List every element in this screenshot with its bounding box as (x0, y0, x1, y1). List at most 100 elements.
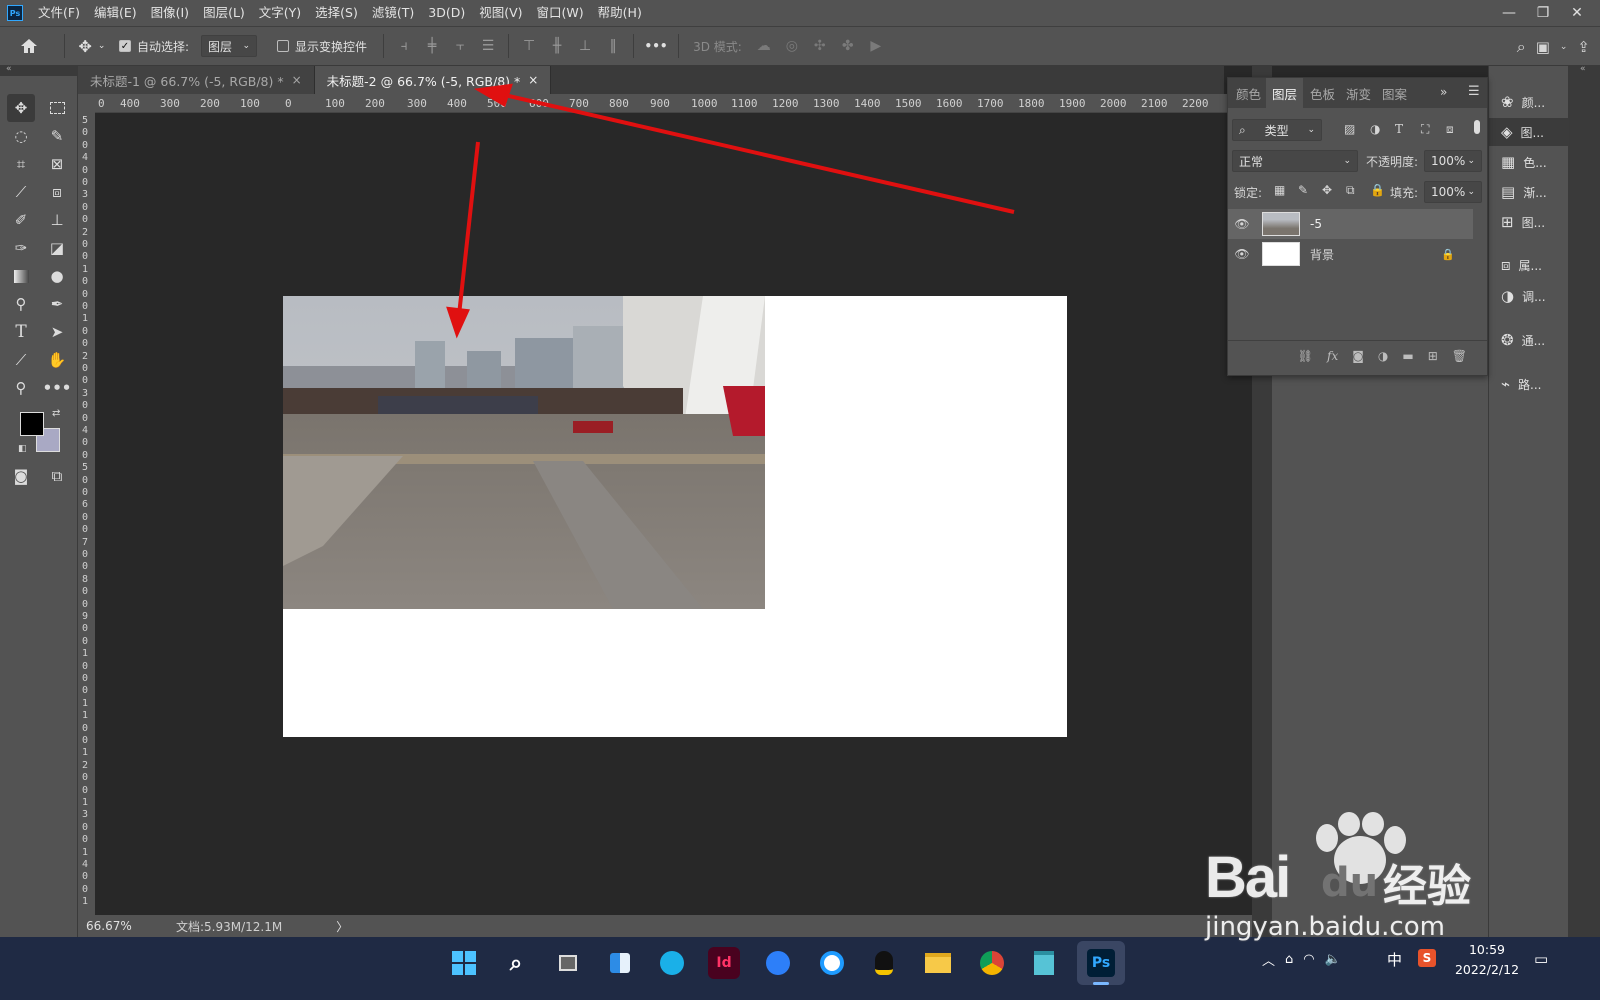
filter-pixel-icon[interactable]: ▨ (1344, 122, 1355, 136)
foreground-color-swatch[interactable] (20, 412, 44, 436)
visibility-eye-icon[interactable]: 👁 (1228, 217, 1256, 231)
dock-item-adjustments[interactable]: ◑ 调... (1489, 282, 1569, 310)
gradient-tool[interactable] (7, 262, 35, 290)
more-options-button[interactable]: ••• (640, 26, 672, 66)
start-button[interactable] (446, 945, 482, 981)
quick-mask-button[interactable]: ◙ (7, 462, 35, 490)
default-colors-icon[interactable]: ◧ (18, 444, 27, 454)
tray-overflow-icon[interactable]: ︿ (1262, 950, 1275, 969)
menu-item[interactable]: 图层(L) (196, 0, 252, 26)
dock-item-gradient[interactable]: ▤ 渐... (1489, 178, 1569, 206)
dock-item-channels[interactable]: ❂ 通... (1489, 326, 1569, 354)
edit-toolbar-button[interactable]: ••• (43, 374, 72, 402)
menu-item[interactable]: 选择(S) (308, 0, 365, 26)
volume-icon[interactable]: 🔈 (1325, 952, 1341, 967)
blend-mode-dropdown[interactable]: 正常 ⌄ (1232, 150, 1358, 172)
zoom-tool[interactable]: ⚲ (7, 374, 35, 402)
close-button[interactable]: ✕ (1560, 0, 1594, 26)
menu-item[interactable]: 文字(Y) (252, 0, 308, 26)
dock-item-paths[interactable]: ⌁ 路... (1489, 370, 1569, 398)
feishu-app[interactable] (760, 945, 796, 981)
menu-item[interactable]: 文件(F) (31, 0, 87, 26)
crop-tool[interactable]: ⌗ (7, 150, 35, 178)
filter-shape-icon[interactable]: ⛶ (1421, 122, 1429, 137)
dock-item-swatches[interactable]: ▦ 色... (1489, 148, 1569, 176)
file-explorer-app[interactable] (920, 945, 956, 981)
history-brush-tool[interactable]: ✑ (7, 234, 35, 262)
dock-item-pattern[interactable]: ⊞ 图... (1489, 208, 1569, 236)
align-right-button[interactable]: ⫟ (446, 26, 474, 66)
filter-smart-icon[interactable]: ⧈ (1446, 122, 1454, 137)
pen-tool[interactable]: ✒ (43, 290, 71, 318)
auto-select-checkbox[interactable]: ✓ (119, 40, 131, 52)
spot-heal-tool[interactable]: ⧈ (43, 178, 71, 206)
tab-layers[interactable]: 图层 (1266, 78, 1304, 108)
new-group-icon[interactable]: ▬ (1402, 349, 1413, 363)
search-icon[interactable]: ⌕ (1517, 37, 1526, 57)
3d-slide-button[interactable]: ✤ (834, 26, 862, 66)
taskbar-search[interactable]: ⌕ (498, 945, 534, 981)
dock-item-palette[interactable]: ❀ 颜... (1489, 88, 1569, 116)
layer-photo-rooftop[interactable] (283, 296, 765, 609)
restore-button[interactable]: ❐ (1526, 0, 1560, 26)
status-menu-arrow[interactable]: 〉 (336, 918, 348, 935)
screen-mode-button[interactable]: ⧉ (43, 462, 71, 490)
photoshop-app[interactable]: Ps (1077, 941, 1125, 985)
ime-indicator[interactable]: 中 (1387, 949, 1402, 970)
notification-icon[interactable]: ▭ (1534, 950, 1548, 968)
fill-input[interactable]: 100% ⌄ (1424, 181, 1482, 203)
blur-tool[interactable]: ● (43, 262, 71, 290)
align-vcenter-button[interactable]: ╫ (543, 26, 571, 66)
lock-all-icon[interactable]: 🔒 (1370, 183, 1385, 197)
layer-filter-dropdown[interactable]: ⌕ 类型 ⌄ (1232, 119, 1322, 141)
filter-type-icon[interactable]: T (1395, 122, 1403, 136)
visibility-eye-icon[interactable]: 👁 (1228, 247, 1256, 261)
expand-panels-icon[interactable]: » (1440, 85, 1447, 99)
3d-pan-button[interactable]: ✣ (806, 26, 834, 66)
notepad-app[interactable] (1026, 945, 1062, 981)
zoom-level[interactable]: 66.67% (86, 919, 166, 933)
menu-item[interactable]: 窗口(W) (530, 0, 591, 26)
collapse-icon[interactable]: « (1580, 64, 1586, 74)
new-adjustment-icon[interactable]: ◑ (1378, 349, 1388, 363)
align-hcenter-button[interactable]: ╪ (418, 26, 446, 66)
widgets-button[interactable] (602, 945, 638, 981)
wifi-icon[interactable]: ◠ (1303, 952, 1314, 967)
close-tab-icon[interactable]: × (292, 73, 302, 87)
tab-patterns[interactable]: 图案 (1376, 78, 1413, 108)
menu-item[interactable]: 3D(D) (421, 0, 472, 26)
layer-row-background[interactable]: 👁 背景 🔒 (1228, 239, 1473, 269)
stamp-tool[interactable]: ⊥ (43, 206, 71, 234)
menu-item[interactable]: 滤镜(T) (365, 0, 421, 26)
home-button[interactable] (0, 26, 58, 66)
lock-position-icon[interactable]: ✥ (1322, 183, 1332, 197)
tab-untitled-1[interactable]: 未标题-1 @ 66.7% (-5, RGB/8) * × (78, 66, 315, 94)
3d-orbit-button[interactable]: ☁ (750, 26, 778, 66)
auto-select-dropdown[interactable]: 图层 ⌄ (201, 35, 258, 57)
filter-toggle-icon[interactable] (1474, 120, 1480, 134)
3d-camera-button[interactable]: ▶ (862, 26, 890, 66)
tab-gradients[interactable]: 渐变 (1340, 78, 1377, 108)
dock-item-properties[interactable]: ⧈ 属... (1489, 251, 1569, 279)
frame-tool[interactable]: ⊠ (43, 150, 71, 178)
dock-item-layers[interactable]: ◈ 图... (1489, 118, 1569, 146)
fx-icon[interactable]: fx (1327, 349, 1338, 363)
menu-item[interactable]: 帮助(H) (591, 0, 649, 26)
tab-swatches[interactable]: 色板 (1304, 78, 1341, 108)
3d-roll-button[interactable]: ◎ (778, 26, 806, 66)
swap-colors-icon[interactable]: ⇄ (52, 408, 60, 419)
quick-select-tool[interactable]: ✎ (43, 122, 71, 150)
show-transform-checkbox[interactable] (277, 40, 290, 52)
chevron-down-icon[interactable]: ⌄ (1560, 42, 1568, 52)
dodge-tool[interactable]: ⚲ (7, 290, 35, 318)
filter-adjustment-icon[interactable]: ◑ (1370, 122, 1380, 136)
chrome-app[interactable] (974, 945, 1010, 981)
panel-menu-icon[interactable]: ☰ (1468, 84, 1480, 99)
brush-tool[interactable]: ✐ (7, 206, 35, 234)
tab-color[interactable]: 颜色 (1230, 78, 1267, 108)
type-tool[interactable]: T (7, 318, 35, 346)
network-icon[interactable]: ⌂ (1285, 952, 1293, 967)
lasso-tool[interactable]: ◌ (7, 122, 35, 150)
minimize-button[interactable]: — (1492, 0, 1526, 26)
hand-tool[interactable]: ✋ (43, 346, 71, 374)
